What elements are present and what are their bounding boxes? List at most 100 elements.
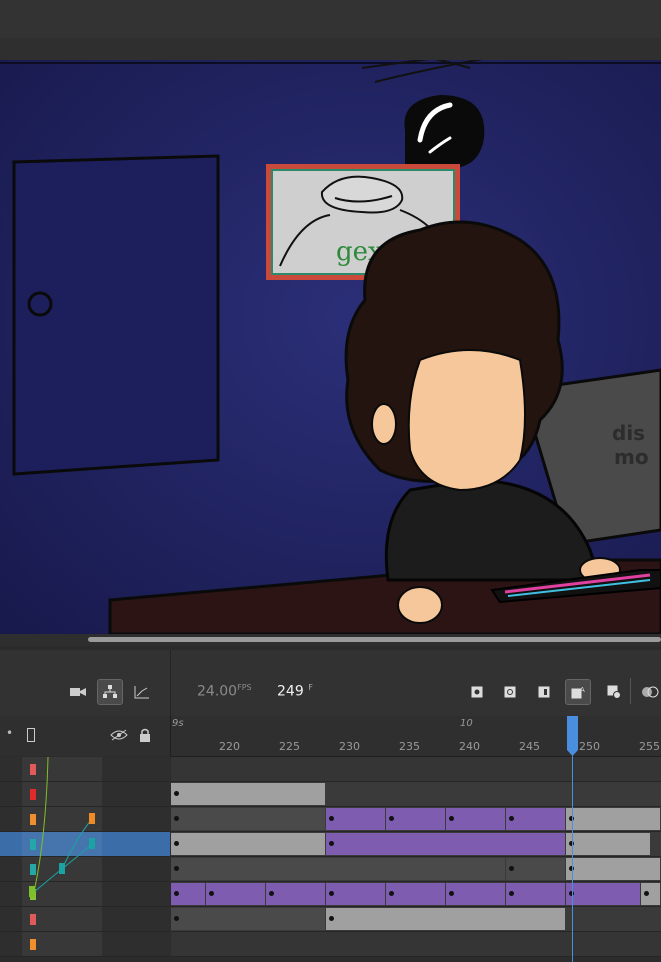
keyframe-dot[interactable] <box>389 891 394 896</box>
frame-span[interactable] <box>326 833 565 855</box>
frame-span[interactable] <box>566 858 660 880</box>
stage-canvas[interactable]: gex dis mo <box>0 38 661 634</box>
frame-span[interactable] <box>386 883 445 905</box>
keyframe-dot[interactable] <box>644 891 649 896</box>
parent-node[interactable] <box>89 838 95 849</box>
clear-keyframe-icon[interactable] <box>602 680 626 704</box>
keyframe-dot[interactable] <box>509 816 514 821</box>
frame-label: 235 <box>399 740 420 753</box>
frame-row[interactable] <box>171 907 661 932</box>
frame-label: 225 <box>279 740 300 753</box>
keyframe-dot[interactable] <box>509 866 514 871</box>
frame-span[interactable] <box>266 883 325 905</box>
stage-horizontal-scrollbar[interactable] <box>0 634 661 646</box>
graph-icon[interactable] <box>130 680 154 704</box>
keyframe-dot[interactable] <box>269 891 274 896</box>
keyframe-dot[interactable] <box>329 916 334 921</box>
frame-row[interactable] <box>171 757 661 782</box>
onion-skin-icon[interactable] <box>638 680 661 704</box>
frame-span[interactable] <box>171 808 325 830</box>
parent-node[interactable] <box>29 886 35 897</box>
frame-span[interactable] <box>171 833 325 855</box>
playhead-handle[interactable] <box>567 716 578 756</box>
fps-value: 24.00 <box>197 683 238 700</box>
frame-span[interactable] <box>566 833 650 855</box>
keyframe-dot[interactable] <box>174 916 179 921</box>
frame-value: 249 <box>277 683 304 700</box>
frame-span[interactable] <box>446 808 505 830</box>
frame-span[interactable] <box>171 908 325 930</box>
insert-frame-icon[interactable] <box>532 680 556 704</box>
keyframe-dot[interactable] <box>174 866 179 871</box>
frame-span[interactable] <box>171 858 505 880</box>
frame-span[interactable] <box>566 883 640 905</box>
character-face <box>407 349 526 492</box>
fps-unit: FPS <box>237 683 252 692</box>
top-bar <box>0 0 661 39</box>
playhead-line <box>572 756 573 962</box>
current-frame-display[interactable]: 249 F <box>277 683 313 700</box>
frame-label: 245 <box>519 740 540 753</box>
insert-keyframe-icon[interactable] <box>465 680 489 704</box>
seconds-label: 9s <box>172 718 184 729</box>
frame-row[interactable] <box>171 832 661 857</box>
keyframe-dot[interactable] <box>449 891 454 896</box>
frame-span[interactable] <box>326 908 565 930</box>
camera-icon[interactable] <box>66 680 90 704</box>
frame-span[interactable] <box>206 883 265 905</box>
lock-icon[interactable] <box>138 727 152 743</box>
keyframe-dot[interactable] <box>209 891 214 896</box>
timeline-toolbar: 24.00FPS 249 F A <box>0 650 661 717</box>
frame-row[interactable] <box>171 882 661 907</box>
frame-row[interactable] <box>171 857 661 882</box>
keyframe-dot[interactable] <box>389 816 394 821</box>
keyframe-dot[interactable] <box>329 816 334 821</box>
scrollbar-thumb[interactable] <box>88 637 661 642</box>
frame-unit: F <box>308 683 313 692</box>
keyframe-dot[interactable] <box>509 891 514 896</box>
frame-span[interactable] <box>386 808 445 830</box>
parent-node[interactable] <box>89 813 95 824</box>
keyframe-dot[interactable] <box>449 816 454 821</box>
keyframe-dot[interactable] <box>174 816 179 821</box>
scene-illustration: gex dis mo <box>0 60 661 634</box>
outline-icon[interactable] <box>25 727 37 743</box>
header-dot[interactable]: • <box>6 726 13 740</box>
frame-span[interactable] <box>566 808 660 830</box>
frame-label: 240 <box>459 740 480 753</box>
monitor-text-1: dis <box>612 421 645 445</box>
frame-label: 250 <box>579 740 600 753</box>
parent-node[interactable] <box>59 863 65 874</box>
frame-span[interactable] <box>326 808 385 830</box>
frame-row[interactable] <box>171 782 661 807</box>
frame-span[interactable] <box>326 883 385 905</box>
frame-label: 230 <box>339 740 360 753</box>
auto-keyframe-icon[interactable]: A <box>565 679 591 705</box>
keyframe-dot[interactable] <box>174 791 179 796</box>
timeline-ruler[interactable]: 9s 10 220 225 230 235 240 245 250 255 <box>171 716 661 757</box>
frame-span[interactable] <box>506 883 565 905</box>
keyframe-dot[interactable] <box>174 841 179 846</box>
keyframe-dot[interactable] <box>329 891 334 896</box>
frame-row[interactable] <box>171 932 661 957</box>
frame-span[interactable] <box>506 858 565 880</box>
monitor-text-2: mo <box>614 445 649 469</box>
frame-label: 255 <box>639 740 660 753</box>
layer-header: • <box>0 716 171 756</box>
layer-parenting-icon[interactable] <box>97 679 123 705</box>
frame-span[interactable] <box>171 783 325 805</box>
frame-span[interactable] <box>506 808 565 830</box>
frame-span[interactable] <box>446 883 505 905</box>
parent-links <box>29 757 95 897</box>
svg-text:A: A <box>580 686 585 694</box>
frame-row[interactable] <box>171 807 661 832</box>
frame-label: 220 <box>219 740 240 753</box>
insert-blank-keyframe-icon[interactable] <box>498 680 522 704</box>
door <box>12 154 220 476</box>
eye-hidden-icon[interactable] <box>110 727 128 743</box>
timeline-panel: 24.00FPS 249 F A • 9s 10 220 225 230 235… <box>0 650 661 962</box>
keyframe-dot[interactable] <box>174 891 179 896</box>
keyframe-dot[interactable] <box>329 841 334 846</box>
seconds-label: 10 <box>460 718 473 729</box>
fps-display[interactable]: 24.00FPS <box>197 683 252 700</box>
